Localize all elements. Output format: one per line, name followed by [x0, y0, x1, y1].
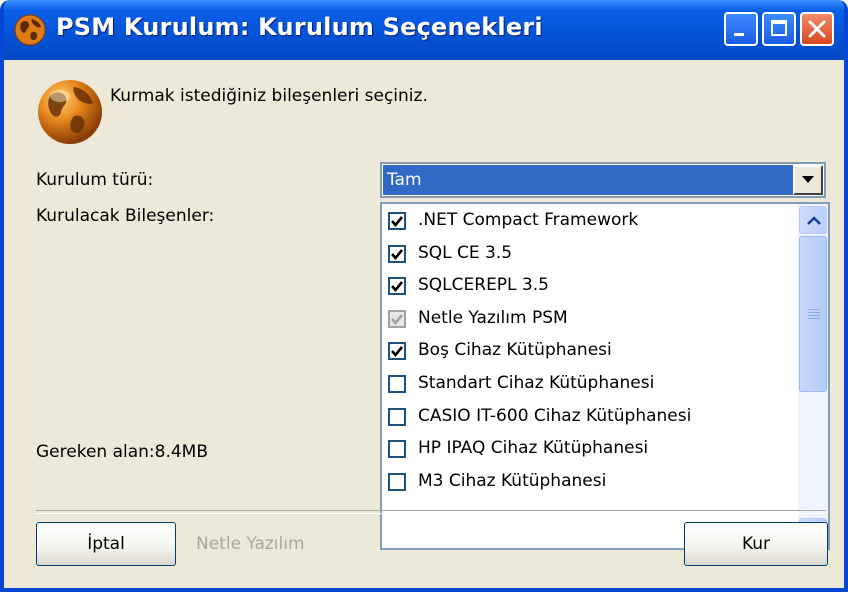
window-title: PSM Kurulum: Kurulum Seçenekleri [56, 13, 543, 41]
installer-window: PSM Kurulum: Kurulum Seçenekleri Kurmak … [0, 0, 848, 592]
component-item[interactable]: .NET Compact Framework [388, 206, 792, 238]
minimize-icon [734, 33, 744, 36]
component-label: CASIO IT-600 Cihaz Kütüphanesi [418, 405, 692, 426]
component-checkbox[interactable] [388, 212, 406, 230]
checkmark-icon [391, 313, 404, 325]
dropdown-button[interactable] [793, 165, 823, 195]
chevron-up-icon [807, 216, 821, 225]
component-label: HP IPAQ Cihaz Kütüphanesi [418, 438, 649, 459]
component-checkbox [388, 309, 406, 328]
component-item[interactable]: CASIO IT-600 Cihaz Kütüphanesi [388, 402, 792, 434]
globe-icon [14, 14, 46, 46]
component-item[interactable]: Standart Cihaz Kütüphanesi [388, 369, 792, 401]
checkmark-icon [391, 281, 404, 293]
component-item[interactable]: Boş Cihaz Kütüphanesi [388, 336, 792, 368]
scroll-up-button[interactable] [799, 206, 827, 234]
divider [36, 510, 826, 514]
component-label: SQL CE 3.5 [418, 242, 513, 263]
component-item[interactable]: M3 Cihaz Kütüphanesi [388, 467, 792, 499]
required-space-text: Gereken alan:8.4MB [36, 442, 209, 462]
vertical-scrollbar[interactable] [798, 204, 828, 548]
checkmark-icon [391, 248, 404, 260]
component-checkbox[interactable] [388, 407, 406, 426]
checkmark-icon [391, 346, 404, 358]
thumb-grip [808, 309, 820, 310]
thumb-grip [808, 315, 820, 316]
component-label: Boş Cihaz Kütüphanesi [418, 340, 612, 361]
component-label: SQLCEREPL 3.5 [418, 275, 549, 296]
components-list[interactable]: .NET Compact Framework SQL CE 3.5 SQLCEREP… [380, 202, 830, 550]
component-item[interactable]: SQL CE 3.5 [388, 239, 792, 271]
close-button[interactable] [800, 12, 834, 46]
component-item[interactable]: HP IPAQ Cihaz Kütüphanesi [388, 434, 792, 466]
thumb-grip [808, 312, 820, 313]
component-checkbox[interactable] [388, 342, 406, 361]
brand-label: Netle Yazılım [196, 534, 305, 554]
component-item[interactable]: Netle Yazılım PSM [388, 304, 792, 336]
title-bar[interactable]: PSM Kurulum: Kurulum Seçenekleri [4, 0, 844, 60]
minimize-button[interactable] [724, 12, 758, 46]
checkmark-icon [391, 216, 404, 228]
component-checkbox[interactable] [388, 244, 406, 263]
component-item[interactable]: SQLCEREPL 3.5 [388, 271, 792, 303]
instruction-text: Kurmak istediğiniz bileşenleri seçiniz. [110, 86, 428, 106]
dialog-content: Kurmak istediğiniz bileşenleri seçiniz. … [4, 56, 844, 588]
install-type-dropdown[interactable]: Tam [380, 162, 826, 198]
component-checkbox[interactable] [388, 375, 406, 393]
install-type-label: Kurulum türü: [36, 170, 154, 190]
cancel-button[interactable]: İptal [36, 522, 176, 566]
component-checkbox[interactable] [388, 440, 406, 459]
component-label: Netle Yazılım PSM [418, 307, 568, 328]
components-items: .NET Compact Framework SQL CE 3.5 SQLCEREP… [382, 204, 794, 548]
install-type-value: Tam [383, 165, 793, 195]
globe-icon [38, 80, 102, 144]
components-label: Kurulacak Bileşenler: [36, 206, 215, 226]
chevron-down-icon [802, 176, 814, 183]
thumb-grip [808, 318, 820, 319]
component-checkbox[interactable] [388, 472, 406, 491]
component-label: M3 Cihaz Kütüphanesi [418, 470, 607, 491]
maximize-icon [771, 20, 787, 36]
scrollbar-thumb[interactable] [799, 236, 827, 392]
component-checkbox[interactable] [388, 277, 406, 296]
maximize-button[interactable] [762, 12, 796, 46]
close-icon [808, 20, 826, 38]
component-label: Standart Cihaz Kütüphanesi [418, 373, 655, 393]
component-label: .NET Compact Framework [418, 210, 639, 230]
install-button[interactable]: Kur [684, 522, 828, 566]
